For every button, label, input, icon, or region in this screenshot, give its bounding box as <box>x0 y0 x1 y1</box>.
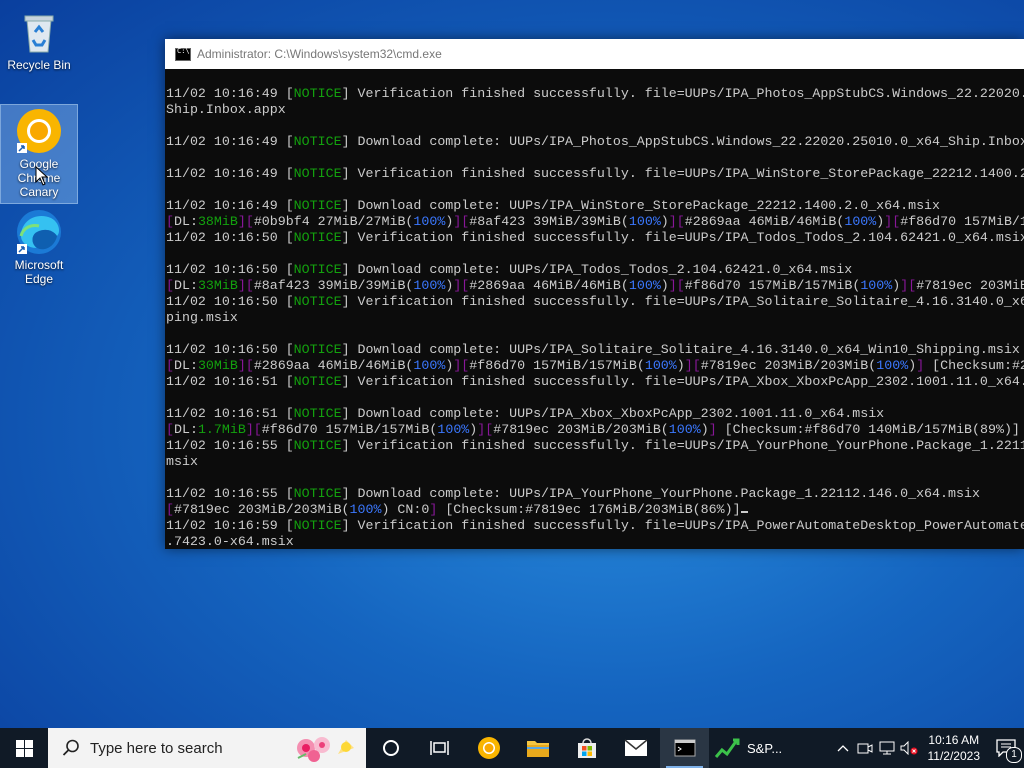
console-output[interactable]: 11/02 10:16:49 [NOTICE] Verification fin… <box>165 69 1024 548</box>
taskbar-mail[interactable] <box>611 728 660 768</box>
desktop-icon-microsoft-edge[interactable]: Microsoft Edge <box>1 208 77 288</box>
taskbar-cmd[interactable] <box>660 728 709 768</box>
chrome-canary-icon <box>15 107 63 155</box>
mail-icon <box>624 739 647 756</box>
taskbar-clock[interactable]: 10:16 AM 11/2/2023 <box>920 732 989 764</box>
taskbar-file-explorer[interactable] <box>513 728 562 768</box>
task-view-icon <box>429 741 449 755</box>
recycle-bin-icon <box>15 8 63 56</box>
cmd-taskbar-icon <box>674 739 695 757</box>
windows-logo-icon <box>15 739 33 757</box>
edge-icon <box>15 208 63 256</box>
show-hidden-icons-button[interactable] <box>832 728 854 768</box>
taskbar-microsoft-store[interactable] <box>562 728 611 768</box>
chevron-up-icon <box>837 745 848 752</box>
mouse-cursor-icon <box>35 166 49 186</box>
cmd-titlebar[interactable]: Administrator: C:\Windows\system32\cmd.e… <box>165 39 1024 69</box>
stock-chart-icon <box>715 738 740 758</box>
cmd-app-icon <box>175 47 191 61</box>
folder-icon <box>526 741 549 757</box>
desktop-icon-label: Microsoft Edge <box>14 258 64 286</box>
search-placeholder: Type here to search <box>90 739 223 757</box>
notification-count-badge: 1 <box>1006 747 1022 763</box>
chrome-canary-taskbar-icon <box>477 737 500 759</box>
action-center-button[interactable]: 1 <box>988 728 1024 768</box>
task-view-cortana-button[interactable] <box>366 728 415 768</box>
desktop-icon-recycle-bin[interactable]: Recycle Bin <box>1 8 77 78</box>
camera-icon <box>857 743 872 754</box>
clock-date: 11/2/2023 <box>927 749 981 763</box>
desktop-icon-label: Recycle Bin <box>7 58 71 72</box>
taskbar: Type here to search S&P... 10:16 AM 11/2… <box>0 728 1024 768</box>
cortana-circle-icon <box>382 740 399 756</box>
system-tray: 10:16 AM 11/2/2023 1 <box>832 728 1024 768</box>
store-bag-icon <box>577 738 596 758</box>
tray-network-button[interactable] <box>876 728 898 768</box>
network-icon <box>879 741 894 755</box>
text-cursor <box>740 511 748 513</box>
cmd-title: Administrator: C:\Windows\system32\cmd.e… <box>197 47 442 61</box>
cmd-window[interactable]: Administrator: C:\Windows\system32\cmd.e… <box>165 39 1024 549</box>
volume-muted-icon <box>900 741 917 755</box>
desktop-icon-chrome-canary[interactable]: Google Chrome Canary <box>0 104 78 204</box>
stock-label: S&P... <box>747 740 783 756</box>
search-icon <box>62 739 79 756</box>
tray-meet-icon-button[interactable] <box>854 728 876 768</box>
task-view-button[interactable] <box>415 728 464 768</box>
search-highlight-flowers-icon <box>297 737 354 762</box>
clock-time: 10:16 AM <box>928 733 980 747</box>
taskbar-stock-widget[interactable]: S&P... <box>709 728 788 768</box>
taskbar-search-box[interactable]: Type here to search <box>48 728 366 768</box>
tray-volume-button[interactable] <box>898 728 920 768</box>
taskbar-chrome-canary[interactable] <box>464 728 513 768</box>
start-button[interactable] <box>0 728 48 768</box>
